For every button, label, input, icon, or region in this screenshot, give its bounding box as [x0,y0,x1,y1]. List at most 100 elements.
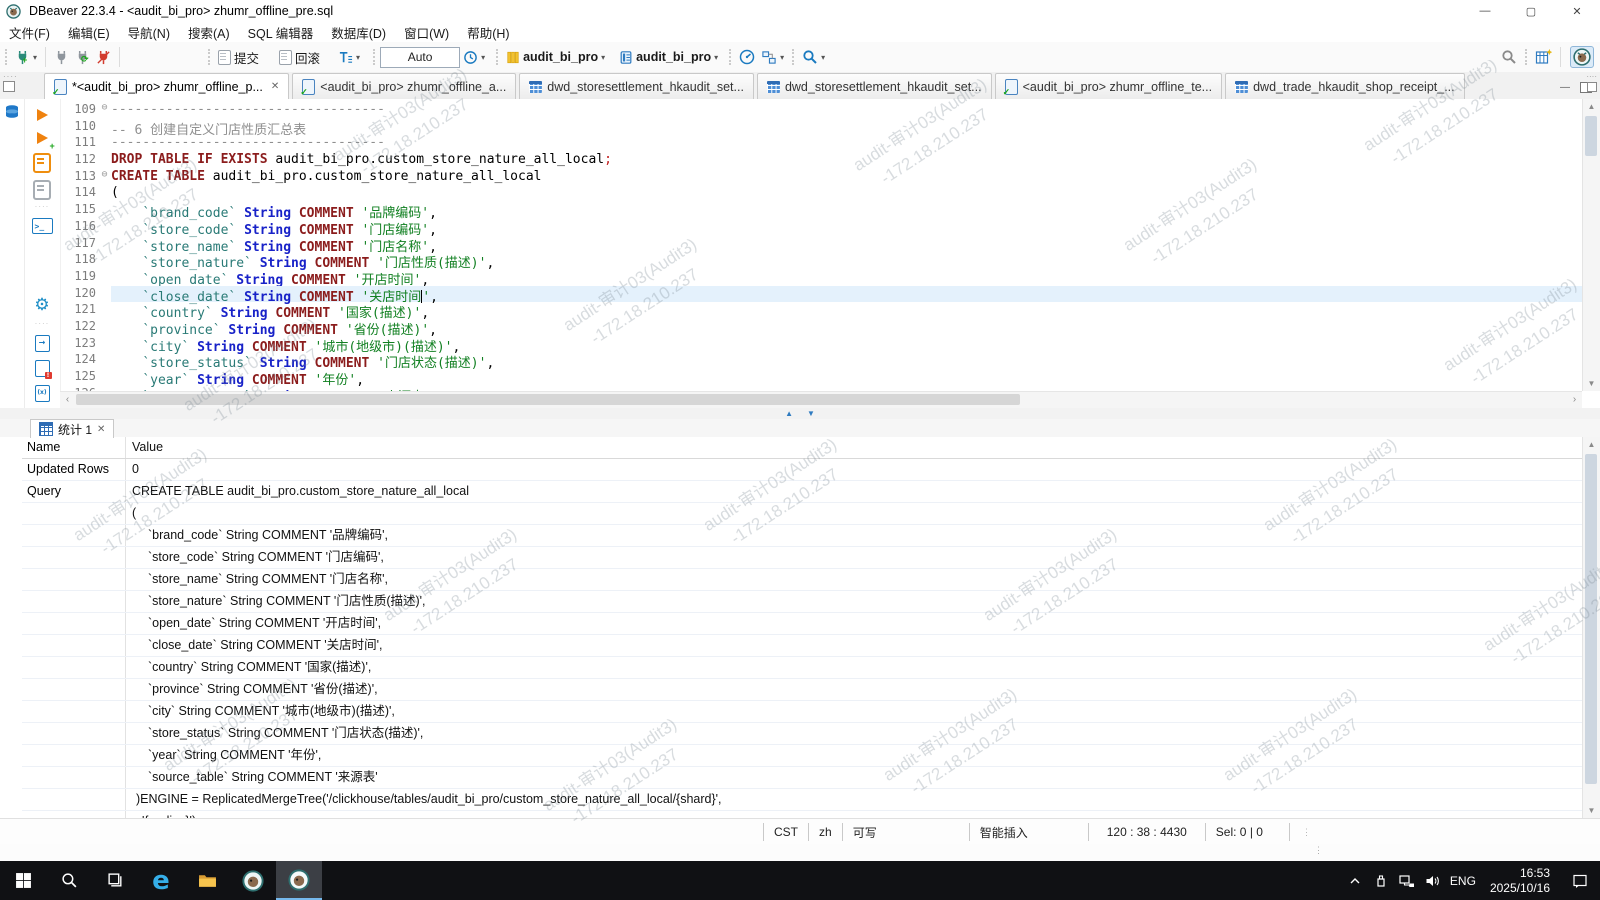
code-line-109[interactable]: 109 ⊖ ----------------------------------- [60,102,1582,119]
menu-item-2[interactable]: 导航(N) [119,23,179,42]
code-line-112[interactable]: 112 DROP TABLE IF EXISTS audit_bi_pro.cus… [60,152,1582,169]
minimized-navigator-strip[interactable]: ···· [0,72,44,99]
database-selector[interactable]: audit_bi_pro ▾ [503,48,608,67]
editor-tab-5[interactable]: dwd_trade_hkaudit_shop_receipt_... [1225,73,1465,99]
grid-row-16[interactable]: '{replica}') [22,811,1582,818]
cell-name[interactable]: Updated Rows [22,459,125,480]
diagram-button[interactable]: ▾ [758,48,787,67]
menu-item-7[interactable]: 帮助(H) [458,23,518,42]
taskbar-search-button[interactable] [46,861,92,900]
menu-item-0[interactable]: 文件(F) [0,23,59,42]
grid-row-2[interactable]: ( [22,503,1582,525]
scroll-right-icon[interactable]: › [1567,392,1582,408]
cell-name[interactable] [22,591,125,612]
commit-button[interactable]: 提交 [215,46,262,69]
rollback-button[interactable]: 回滚 [276,46,323,69]
grid-row-4[interactable]: `store_code` String COMMENT '门店编码', [22,547,1582,569]
cell-name[interactable] [22,789,125,810]
grid-row-1[interactable]: Query CREATE TABLE audit_bi_pro.custom_st… [22,481,1582,503]
maximize-button[interactable]: ▢ [1508,0,1554,22]
code-line-115[interactable]: 115 `brand_code` String COMMENT '品牌编码', [60,202,1582,221]
grid-row-6[interactable]: `store_nature` String COMMENT '门店性质(描述)'… [22,591,1582,613]
code-line-110[interactable]: 110 -- 6 创建自定义门店性质汇总表 [60,119,1582,138]
cell-value[interactable]: ( [125,503,1582,524]
code-line-118[interactable]: 118 `store_nature` String COMMENT '门店性质(… [60,252,1582,271]
dbeaver-taskbar-icon-active[interactable] [276,861,322,900]
dashboard-button[interactable] [736,47,758,67]
caret-down-icon[interactable]: ▾ [821,53,825,62]
code-line-111[interactable]: 111 ----------------------------------- [60,135,1582,152]
column-header-value[interactable]: Value [125,437,1582,458]
caret-down-icon[interactable]: ▾ [714,53,718,62]
cell-name[interactable] [22,635,125,656]
cell-name[interactable] [22,701,125,722]
grid-row-3[interactable]: `brand_code` String COMMENT '品牌编码', [22,525,1582,547]
code-line-114[interactable]: 114( [60,185,1582,202]
menu-item-4[interactable]: SQL 编辑器 [239,23,323,42]
code-line-124[interactable]: 124 `store_status` String COMMENT '门店状态(… [60,352,1582,371]
cell-value[interactable]: `store_name` String COMMENT '门店名称', [125,569,1582,590]
cell-name[interactable] [22,723,125,744]
connect-button[interactable] [51,48,72,67]
cell-name[interactable] [22,547,125,568]
menu-item-5[interactable]: 数据库(D) [322,23,395,42]
cell-value[interactable]: `source_table` String COMMENT '来源表' [125,767,1582,788]
sql-search-button[interactable]: ▾ [799,47,828,67]
code-line-117[interactable]: 117 `store_name` String COMMENT '门店名称', [60,236,1582,255]
code-line-122[interactable]: 122 `province` String COMMENT '省份(描述)', [60,319,1582,338]
minimize-panel-icon[interactable]: — [1560,82,1570,93]
caret-down-icon[interactable]: ▾ [33,53,37,62]
cell-value[interactable]: 0 [125,459,1582,480]
grid-row-13[interactable]: `year` String COMMENT '年份', [22,745,1582,767]
code-line-121[interactable]: 121 `country` String COMMENT '国家(描述)', [60,302,1582,321]
restore-panel-icon[interactable] [3,81,15,92]
scroll-down-icon[interactable]: ▼ [1583,376,1600,391]
reconnect-button[interactable]: ⟳ [72,48,93,67]
editor-horizontal-scrollbar[interactable]: ‹ › [60,391,1582,408]
grid-row-12[interactable]: `store_status` String COMMENT '门店状态(描述)'… [22,723,1582,745]
network-icon[interactable] [1394,861,1420,900]
code-line-125[interactable]: 125 `year` String COMMENT '年份', [60,369,1582,388]
cell-name[interactable]: Query [22,481,125,502]
editor-tab-1[interactable]: <audit_bi_pro> zhumr_offline_a... [292,73,517,99]
task-view-button[interactable] [92,861,138,900]
execute-new-tab-button[interactable]: + [36,132,55,151]
cell-value[interactable]: `store_code` String COMMENT '门店编码', [125,547,1582,568]
close-button[interactable]: ✕ [1554,0,1600,22]
tray-chevron-up-icon[interactable] [1342,861,1368,900]
code-line-120[interactable]: 120 `close_date` String COMMENT '关店时间', [60,285,1582,305]
cell-name[interactable] [22,569,125,590]
fold-collapse-icon[interactable]: ⊖ [98,102,111,119]
editor-tab-3[interactable]: dwd_storesettlement_hkaudit_set... [756,73,992,99]
splitter-down-icon[interactable]: ▼ [807,409,815,418]
edge-browser-icon[interactable]: e [138,861,184,900]
scroll-left-icon[interactable]: ‹ [60,392,75,408]
cell-value[interactable]: `province` String COMMENT '省份(描述)', [125,679,1582,700]
grid-row-9[interactable]: `country` String COMMENT '国家(描述)', [22,657,1582,679]
open-view-button[interactable]: ✦ [1532,47,1555,67]
tab-statistics[interactable]: 统计 1 ✕ [30,419,115,438]
cell-name[interactable] [22,613,125,634]
close-icon[interactable]: ✕ [271,81,279,92]
scroll-up-icon[interactable]: ▲ [1583,99,1600,114]
cell-value[interactable]: `year` String COMMENT '年份', [125,745,1582,766]
grid-row-8[interactable]: `close_date` String COMMENT '关店时间', [22,635,1582,657]
scrollbar-thumb[interactable] [1585,116,1597,156]
dbeaver-taskbar-icon[interactable] [230,861,276,900]
scroll-up-icon[interactable]: ▲ [1583,437,1600,452]
dbeaver-perspective-button[interactable] [1570,46,1594,68]
new-connection-button[interactable]: + ▾ [12,48,40,67]
scroll-down-icon[interactable]: ▼ [1583,803,1600,818]
statistics-grid[interactable]: Name Value Updated Rows 0 Query CREATE TABLE … [22,437,1582,818]
caret-down-icon[interactable]: ▾ [601,53,605,62]
editor-vertical-scrollbar[interactable]: ▲ ▼ [1582,99,1600,391]
code-area[interactable]: 109 ⊖ ----------------------------------- 1… [60,102,1582,393]
grid-row-7[interactable]: `open_date` String COMMENT '开店时间', [22,613,1582,635]
caret-down-icon[interactable]: ▾ [780,53,784,62]
code-line-113[interactable]: 113 ⊖ CREATE TABLE audit_bi_pro.custom_sto… [60,169,1582,186]
grid-row-5[interactable]: `store_name` String COMMENT '门店名称', [22,569,1582,591]
save-file-button[interactable]: ! [34,360,52,379]
explain-plan-button[interactable] [33,180,51,200]
minimize-button[interactable]: — [1462,0,1508,22]
export-script-button[interactable]: → [34,335,50,352]
